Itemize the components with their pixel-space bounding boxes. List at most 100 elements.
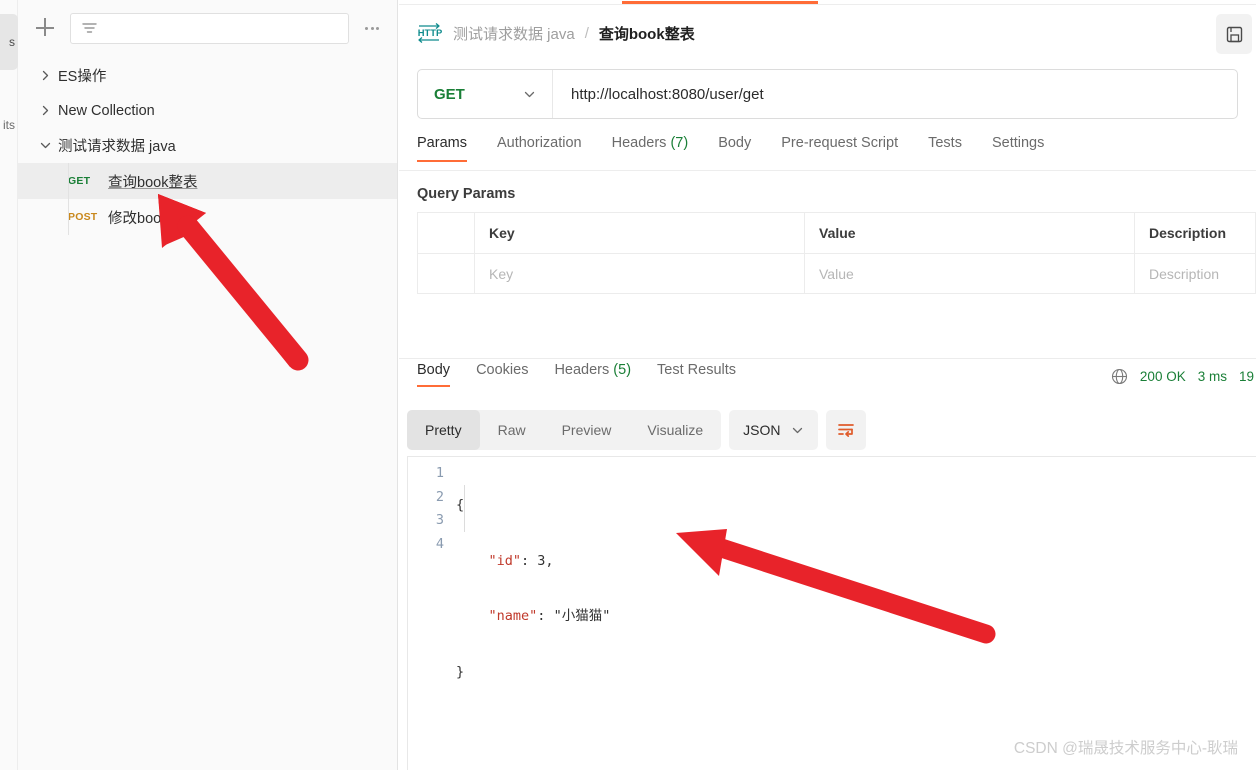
chevron-right-icon (32, 70, 58, 81)
request-item-get-book[interactable]: GET 查询book整表 (18, 163, 397, 199)
tree-item-new-collection-label: New Collection (58, 102, 155, 119)
response-tab-cookies-label: Cookies (476, 362, 529, 378)
tab-tests[interactable]: Tests (928, 135, 962, 161)
http-icon: HTTP (418, 23, 442, 43)
response-body-viewer[interactable]: 1 2 3 4 { "id": 3, "name": "小猫猫" } (407, 456, 1256, 770)
response-time: 3 ms (1197, 369, 1227, 384)
response-size: 19 (1238, 369, 1254, 384)
view-mode-preview[interactable]: Preview (544, 410, 630, 450)
cell-description[interactable]: Description (1135, 254, 1256, 293)
column-header-key: Key (475, 213, 805, 253)
response-tab-test-results[interactable]: Test Results (657, 362, 736, 387)
chevron-down-icon (524, 91, 535, 97)
sidebar-more-button[interactable] (361, 17, 383, 39)
chevron-down-icon (792, 427, 802, 433)
collection-tree: ES操作 New Collection 测试请求数据 java GET 查询bo… (18, 56, 397, 235)
wrap-lines-icon (837, 424, 854, 437)
active-tab-indicator (622, 1, 818, 4)
url-input[interactable] (553, 70, 1237, 118)
breadcrumb-separator: / (584, 24, 589, 42)
tree-item-es[interactable]: ES操作 (18, 58, 397, 93)
tab-pre-request-script[interactable]: Pre-request Script (781, 135, 898, 161)
request-item-get-book-label: 查询book整表 (108, 174, 198, 191)
tree-item-test-data[interactable]: 测试请求数据 java (18, 128, 397, 163)
response-divider (399, 358, 1256, 359)
request-item-post-book[interactable]: POST 修改book数据 (18, 199, 397, 235)
tab-headers[interactable]: Headers (7) (612, 135, 689, 161)
breadcrumb-request-name[interactable]: 查询book整表 (599, 23, 695, 44)
code-line-4: } (456, 663, 465, 680)
sidebar-filter-input[interactable] (70, 12, 349, 44)
response-tab-headers[interactable]: Headers (5) (554, 362, 631, 387)
method-selector-label: GET (434, 85, 465, 103)
sidebar-toolbar (18, 0, 397, 56)
table-row[interactable]: Key Value Description (418, 253, 1256, 293)
response-tab-headers-label: Headers (554, 362, 610, 378)
table-header-row: Key Value Description (418, 213, 1256, 253)
tree-item-es-label: ES操作 (58, 69, 107, 85)
dot (376, 26, 379, 30)
row-checkbox[interactable] (418, 254, 475, 293)
dot (370, 26, 374, 30)
status-code: 200 OK (1139, 369, 1186, 384)
cell-value[interactable]: Value (805, 254, 1135, 293)
line-number: 1 (435, 465, 444, 481)
line-number: 2 (435, 488, 444, 505)
code-line-2: "id": 3, (488, 552, 554, 569)
code-line-3: "name": "小猫猫" (488, 608, 611, 624)
new-item-button[interactable] (32, 15, 58, 41)
response-tab-body-label: Body (417, 362, 451, 378)
response-tab-cookies[interactable]: Cookies (476, 362, 528, 387)
line-number: 3 (435, 512, 444, 528)
breadcrumb-collection[interactable]: 测试请求数据 java (453, 23, 575, 44)
tab-params-label: Params (417, 135, 467, 151)
line-number-gutter: 1 2 3 4 (408, 462, 454, 770)
main-panel: HTTP 测试请求数据 java / 查询book整表 GET Params A… (399, 0, 1256, 770)
response-tab-headers-count: (5) (613, 362, 632, 378)
watermark: CSDN @瑞晟技术服务中心-耿瑞 (1013, 740, 1238, 757)
view-mode-raw[interactable]: Raw (480, 410, 544, 450)
response-tab-test-results-label: Test Results (657, 362, 737, 378)
method-badge-post: POST (68, 211, 98, 223)
query-params-table: Key Value Description Key Value Descript… (417, 212, 1256, 294)
postman-window: s its ES操作 New Collection 测试请求数据 java GE… (0, 0, 1256, 770)
view-mode-raw-label: Raw (497, 422, 526, 438)
left-rail: s its (0, 0, 18, 770)
method-selector[interactable]: GET (418, 70, 553, 118)
view-mode-preview-label: Preview (561, 422, 612, 438)
wrap-lines-button[interactable] (825, 410, 866, 450)
globe-icon (1111, 368, 1127, 385)
save-layout-button[interactable] (1216, 14, 1252, 54)
rail-item-environments[interactable]: its (0, 118, 18, 132)
response-toolbar: Pretty Raw Preview Visualize JSON (407, 410, 866, 450)
save-icon (1226, 26, 1242, 42)
format-selector[interactable]: JSON (729, 410, 818, 450)
view-mode-group: Pretty Raw Preview Visualize (407, 410, 722, 450)
tab-body[interactable]: Body (718, 135, 751, 161)
tree-guide-line (68, 163, 69, 199)
sidebar: ES操作 New Collection 测试请求数据 java GET 查询bo… (18, 0, 398, 770)
search-input[interactable] (106, 21, 338, 35)
dot (365, 26, 368, 30)
rail-item-collections-label: s (9, 35, 15, 49)
view-mode-pretty-label: Pretty (425, 422, 462, 438)
filter-icon (82, 23, 97, 33)
tab-headers-count: (7) (670, 135, 689, 151)
tab-params[interactable]: Params (417, 135, 467, 162)
code-fold-guide (464, 485, 465, 532)
response-tab-body[interactable]: Body (417, 362, 451, 387)
view-mode-pretty[interactable]: Pretty (407, 410, 480, 450)
response-meta: 200 OK 3 ms 19 (1111, 368, 1256, 385)
view-mode-visualize[interactable]: Visualize (629, 410, 721, 450)
format-selector-label: JSON (743, 422, 781, 438)
tab-settings-label: Settings (991, 135, 1045, 151)
svg-text:HTTP: HTTP (418, 27, 442, 38)
chevron-down-icon (32, 140, 58, 151)
rail-item-collections[interactable]: s (0, 14, 18, 70)
tab-authorization[interactable]: Authorization (497, 135, 582, 161)
request-tabs: Params Authorization Headers (7) Body Pr… (399, 135, 1256, 171)
tab-settings[interactable]: Settings (992, 135, 1044, 161)
cell-key[interactable]: Key (475, 254, 805, 293)
chevron-right-icon (32, 105, 58, 116)
tree-item-new-collection[interactable]: New Collection (18, 93, 397, 128)
